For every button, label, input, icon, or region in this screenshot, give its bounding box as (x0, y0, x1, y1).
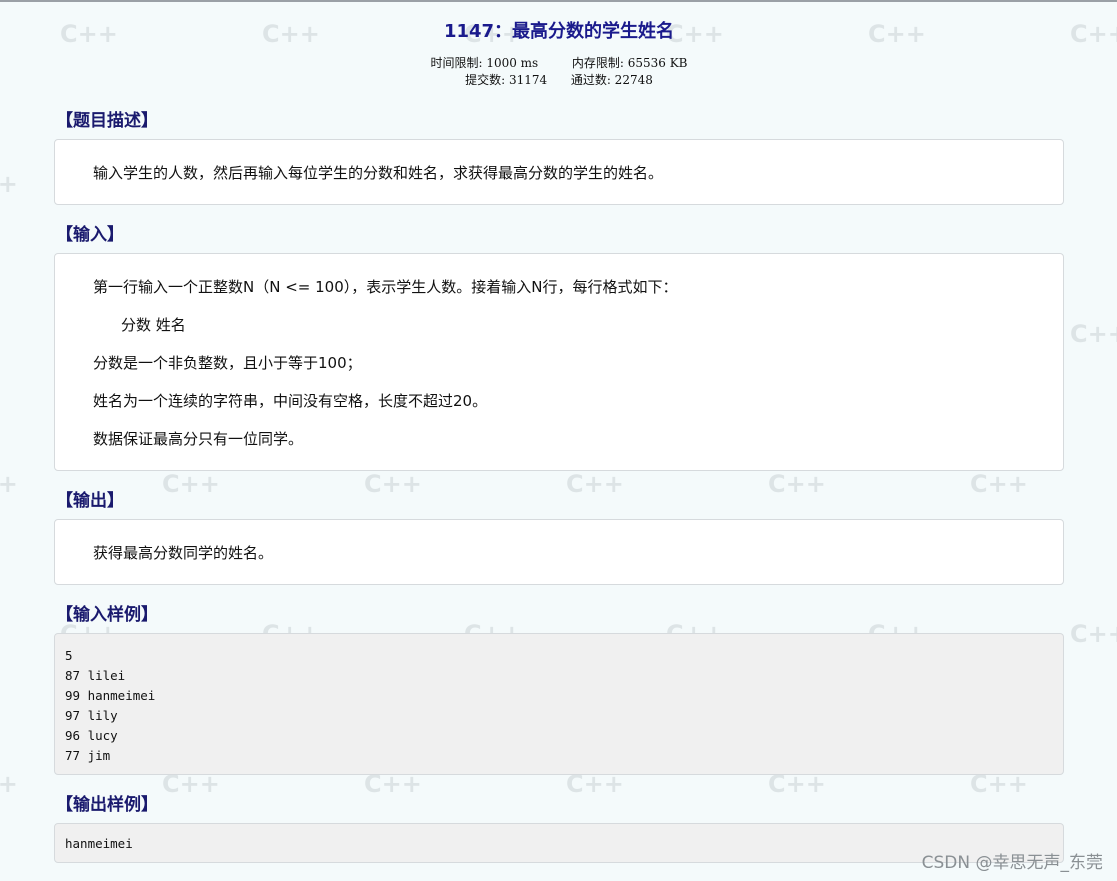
watermark-cpp-mark: C++ (0, 470, 18, 498)
output-heading: 【输出】 (56, 491, 124, 511)
code-line: 97 lily (65, 708, 118, 723)
sample-output-code[interactable]: hanmeimei (54, 823, 1064, 863)
submission-count: 提交数: 31174 (465, 73, 548, 87)
input-line-guarantee: 数据保证最高分只有一位同学。 (93, 430, 304, 448)
accepted-count: 通过数: 22748 (570, 73, 653, 87)
problem-meta: 时间限制: 1000 ms 内存限制: 65536 KB 提交数: 31174 … (54, 55, 1064, 89)
input-line-1: 第一行输入一个正整数N（N <= 100），表示学生人数。接着输入N行，每行格式… (93, 278, 678, 296)
description-heading: 【题目描述】 (56, 111, 158, 131)
sample-input-heading: 【输入样例】 (56, 605, 158, 625)
input-line-format: 分数 姓名 (121, 316, 186, 334)
code-line: 77 jim (65, 748, 111, 763)
sample-input-section: 【输入样例】 5 87 lilei 99 hanmeimei 97 lily 9… (54, 603, 1064, 775)
input-panel: 第一行输入一个正整数N（N <= 100），表示学生人数。接着输入N行，每行格式… (54, 253, 1064, 471)
code-line: 87 lilei (65, 668, 126, 683)
code-line: 99 hanmeimei (65, 688, 156, 703)
description-panel: 输入学生的人数，然后再输入每位学生的分数和姓名，求获得最高分数的学生的姓名。 (54, 139, 1064, 205)
input-heading: 【输入】 (56, 225, 124, 245)
watermark-cpp-mark: C++ (1070, 320, 1117, 348)
sample-output-heading: 【输出样例】 (56, 795, 158, 815)
code-line: 5 (65, 648, 73, 663)
description-text: 输入学生的人数，然后再输入每位学生的分数和姓名，求获得最高分数的学生的姓名。 (93, 164, 664, 182)
csdn-watermark: CSDN @幸思无声_东莞 (921, 853, 1103, 873)
time-limit: 时间限制: 1000 ms (430, 56, 539, 70)
input-line-name: 姓名为一个连续的字符串，中间没有空格，长度不超过20。 (93, 392, 488, 410)
watermark-cpp-mark: C++ (1070, 620, 1117, 648)
problem-title: 1147：最高分数的学生姓名 (443, 21, 675, 42)
sample-input-code[interactable]: 5 87 lilei 99 hanmeimei 97 lily 96 lucy … (54, 633, 1064, 775)
output-text: 获得最高分数同学的姓名。 (93, 544, 274, 562)
sample-output-section: 【输出样例】 hanmeimei (54, 793, 1064, 863)
output-section: 【输出】 获得最高分数同学的姓名。 (54, 489, 1064, 585)
watermark-cpp-mark: C++ (0, 770, 18, 798)
output-panel: 获得最高分数同学的姓名。 (54, 519, 1064, 585)
input-section: 【输入】 第一行输入一个正整数N（N <= 100），表示学生人数。接着输入N行… (54, 223, 1064, 471)
code-line: hanmeimei (65, 836, 133, 851)
input-line-score: 分数是一个非负整数，且小于等于100； (93, 354, 362, 372)
watermark-cpp-mark: C++ (0, 170, 18, 198)
description-section: 【题目描述】 输入学生的人数，然后再输入每位学生的分数和姓名，求获得最高分数的学… (54, 109, 1064, 205)
watermark-cpp-mark: C++ (1070, 20, 1117, 48)
code-line: 96 lucy (65, 728, 118, 743)
problem-page: 1147：最高分数的学生姓名 时间限制: 1000 ms 内存限制: 65536… (54, 2, 1064, 863)
memory-limit: 内存限制: 65536 KB (571, 56, 688, 70)
